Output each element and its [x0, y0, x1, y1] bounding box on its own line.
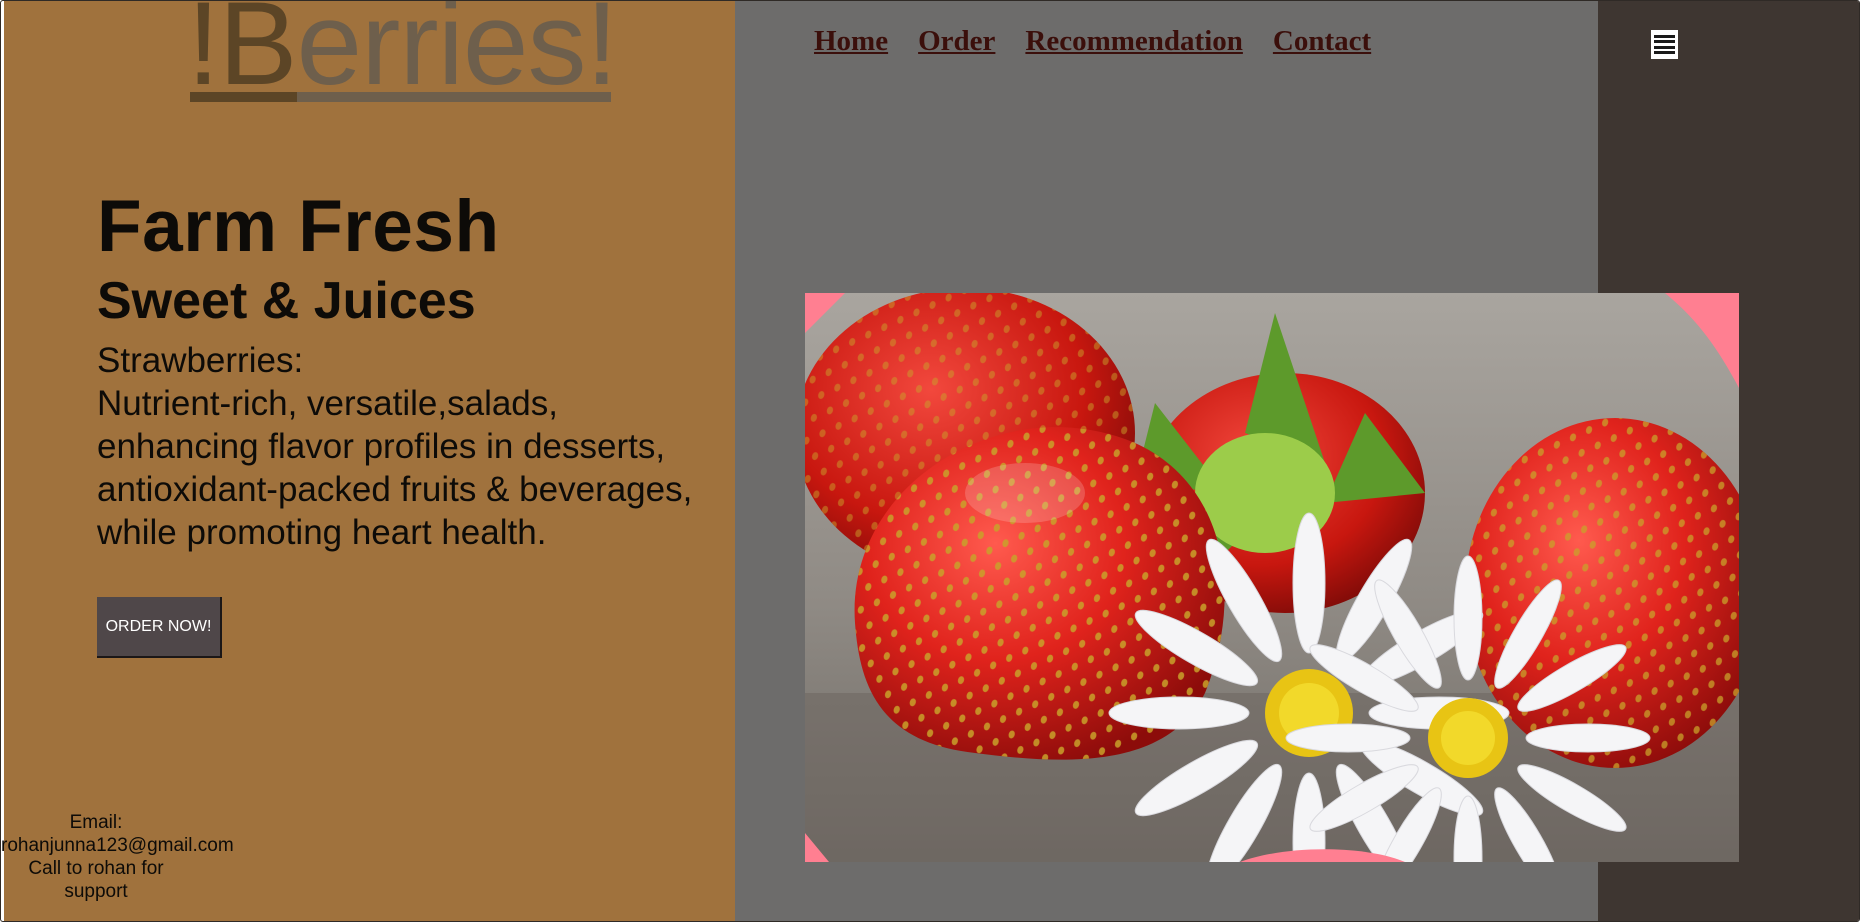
strawberry-hero-image [805, 293, 1739, 862]
support-link[interactable]: Call to rohan for support [1, 857, 191, 903]
hamburger-menu-icon[interactable] [1651, 30, 1678, 59]
hero-title: Farm Fresh [97, 186, 500, 267]
hero-description-line: antioxidant-packed fruits & beverages, [97, 470, 693, 509]
page-frame: !Berries! Farm Fresh Sweet & Juices Stra… [0, 0, 1860, 922]
nav-item-home[interactable]: Home [814, 25, 888, 57]
footer-contact: Email: rohanjunna123@gmail.com Call to r… [1, 811, 234, 903]
nav-item-recommendation[interactable]: Recommendation [1025, 25, 1242, 57]
nav-item-contact[interactable]: Contact [1273, 25, 1371, 57]
email-link[interactable]: rohanjunna123@gmail.com [1, 834, 234, 857]
order-now-button[interactable]: ORDER NOW! [97, 597, 222, 658]
hero-description: Strawberries: Nutrient-rich, versatile,s… [97, 339, 737, 554]
email-label: Email: [69, 812, 123, 833]
hero-description-line: enhancing flavor profiles in desserts, [97, 427, 666, 466]
hero-subtitle: Sweet & Juices [97, 272, 476, 330]
hero-description-line: Nutrient-rich, versatile,salads, [97, 384, 558, 423]
hero-description-line: Strawberries: [97, 341, 304, 380]
logo-underline-dark [190, 92, 297, 102]
main-nav: Home Order Recommendation Contact [814, 25, 1371, 65]
hero-description-line: while promoting heart health. [97, 513, 547, 552]
logo-underline [190, 92, 611, 102]
nav-item-order[interactable]: Order [918, 25, 995, 57]
